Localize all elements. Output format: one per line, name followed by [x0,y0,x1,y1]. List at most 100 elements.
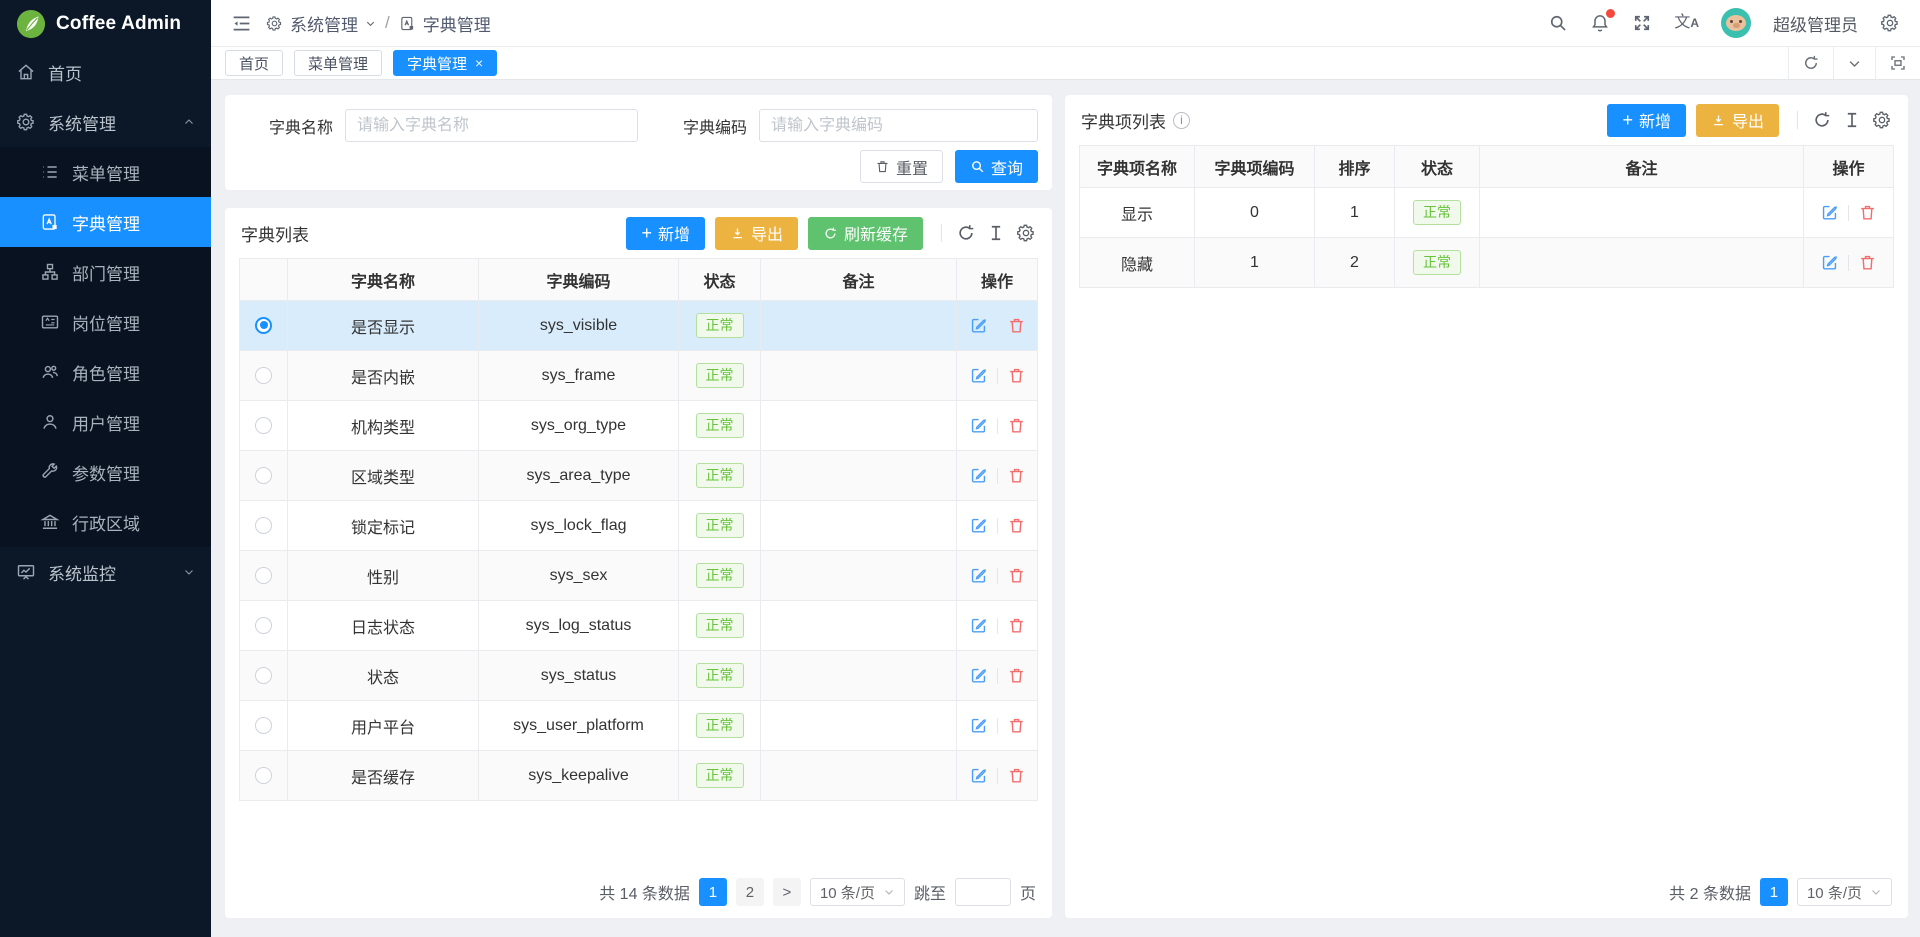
edit-icon[interactable] [969,616,988,635]
row-radio[interactable] [255,317,272,334]
delete-icon[interactable] [1007,666,1026,685]
edit-icon[interactable] [1820,203,1839,222]
dict-add-button[interactable]: +新增 [626,217,705,250]
row-radio[interactable] [255,467,272,484]
edit-icon[interactable] [969,666,988,685]
delete-icon[interactable] [1007,316,1026,335]
sidebar-item-param-mgmt[interactable]: 参数管理 [0,447,211,497]
row-height-icon[interactable] [986,223,1006,243]
close-icon[interactable]: × [475,56,483,70]
sidebar-item-dict-mgmt[interactable]: 字典管理 [0,197,211,247]
edit-icon[interactable] [969,366,988,385]
delete-icon[interactable] [1007,516,1026,535]
page-button-2[interactable]: 2 [736,878,764,906]
column-settings-gear-icon[interactable] [1016,223,1036,243]
refresh-table-icon[interactable] [1812,110,1832,130]
user-name[interactable]: 超级管理员 [1773,11,1858,36]
note-cell [761,551,957,601]
row-radio[interactable] [255,367,272,384]
sidebar-item-region-mgmt[interactable]: 行政区域 [0,497,211,547]
delete-icon[interactable] [1007,366,1026,385]
translate-icon[interactable]: 文A [1674,15,1699,31]
row-radio[interactable] [255,567,272,584]
refresh-tab-icon[interactable] [1788,47,1833,79]
jump-page-input[interactable] [955,878,1011,906]
table-row[interactable]: 显示 0 1 正常 [1080,188,1894,238]
query-button[interactable]: 查询 [955,150,1038,183]
delete-icon[interactable] [1007,766,1026,785]
table-row[interactable]: 用户平台 sys_user_platform 正常 [240,701,1038,751]
sidebar-item-system[interactable]: 系统管理 [0,97,211,147]
delete-icon[interactable] [1007,616,1026,635]
row-height-icon[interactable] [1842,110,1862,130]
row-radio[interactable] [255,717,272,734]
table-row[interactable]: 是否显示 sys_visible 正常 [240,301,1038,351]
next-page-button[interactable]: > [773,878,801,906]
search-icon[interactable] [1548,13,1568,33]
sidebar-item-user-mgmt[interactable]: 用户管理 [0,397,211,447]
sidebar-item-monitor[interactable]: 系统监控 [0,547,211,597]
tab-menu-mgmt[interactable]: 菜单管理 [294,50,382,76]
delete-icon[interactable] [1007,566,1026,585]
delete-icon[interactable] [1007,716,1026,735]
table-row[interactable]: 锁定标记 sys_lock_flag 正常 [240,501,1038,551]
chevron-down-icon[interactable] [1833,47,1875,79]
item-add-button[interactable]: +新增 [1607,104,1686,137]
tab-home[interactable]: 首页 [225,50,283,76]
delete-icon[interactable] [1858,203,1877,222]
dict-code-input[interactable] [759,109,1038,142]
dict-export-button[interactable]: 导出 [715,217,798,250]
delete-icon[interactable] [1007,416,1026,435]
sidebar-item-role-mgmt[interactable]: 角色管理 [0,347,211,397]
item-export-button[interactable]: 导出 [1696,104,1779,137]
edit-icon[interactable] [969,516,988,535]
fullscreen-icon[interactable] [1632,13,1652,33]
row-radio[interactable] [255,667,272,684]
edit-icon[interactable] [969,316,988,335]
edit-icon[interactable] [969,716,988,735]
note-cell [761,451,957,501]
page-size-select[interactable]: 10 条/页 [1797,878,1892,906]
dictionary-icon [399,15,416,32]
table-row[interactable]: 日志状态 sys_log_status 正常 [240,601,1038,651]
dict-name-label: 字典名称 [225,114,345,138]
table-row[interactable]: 性别 sys_sex 正常 [240,551,1038,601]
row-radio[interactable] [255,417,272,434]
page-button-1[interactable]: 1 [699,878,727,906]
refresh-cache-button[interactable]: 刷新缓存 [808,217,923,250]
reset-button[interactable]: 重置 [860,150,943,183]
sidebar-item-home[interactable]: 首页 [0,47,211,97]
avatar[interactable] [1721,8,1751,38]
edit-icon[interactable] [969,466,988,485]
breadcrumb-level2[interactable]: 字典管理 [423,11,491,36]
breadcrumb-level1[interactable]: 系统管理 [290,11,358,36]
delete-icon[interactable] [1858,253,1877,272]
refresh-table-icon[interactable] [956,223,976,243]
dict-name-input[interactable] [345,109,638,142]
row-radio[interactable] [255,517,272,534]
edit-icon[interactable] [969,766,988,785]
page-button-1[interactable]: 1 [1760,878,1788,906]
sidebar-item-menu-mgmt[interactable]: 菜单管理 [0,147,211,197]
table-row[interactable]: 是否内嵌 sys_frame 正常 [240,351,1038,401]
settings-gear-icon[interactable] [1880,13,1900,33]
table-row[interactable]: 隐藏 1 2 正常 [1080,238,1894,288]
edit-icon[interactable] [1820,253,1839,272]
notifications-button[interactable] [1590,13,1610,33]
delete-icon[interactable] [1007,466,1026,485]
tab-dict-mgmt[interactable]: 字典管理× [393,50,497,76]
page-size-select[interactable]: 10 条/页 [810,878,905,906]
table-row[interactable]: 状态 sys_status 正常 [240,651,1038,701]
sidebar-item-post-mgmt[interactable]: 岗位管理 [0,297,211,347]
row-radio[interactable] [255,617,272,634]
edit-icon[interactable] [969,566,988,585]
table-row[interactable]: 是否缓存 sys_keepalive 正常 [240,751,1038,801]
edit-icon[interactable] [969,416,988,435]
sidebar-item-dept-mgmt[interactable]: 部门管理 [0,247,211,297]
table-row[interactable]: 区域类型 sys_area_type 正常 [240,451,1038,501]
sidebar-collapse-icon[interactable] [231,13,252,34]
row-radio[interactable] [255,767,272,784]
table-row[interactable]: 机构类型 sys_org_type 正常 [240,401,1038,451]
column-settings-gear-icon[interactable] [1872,110,1892,130]
maximize-view-icon[interactable] [1875,47,1920,79]
